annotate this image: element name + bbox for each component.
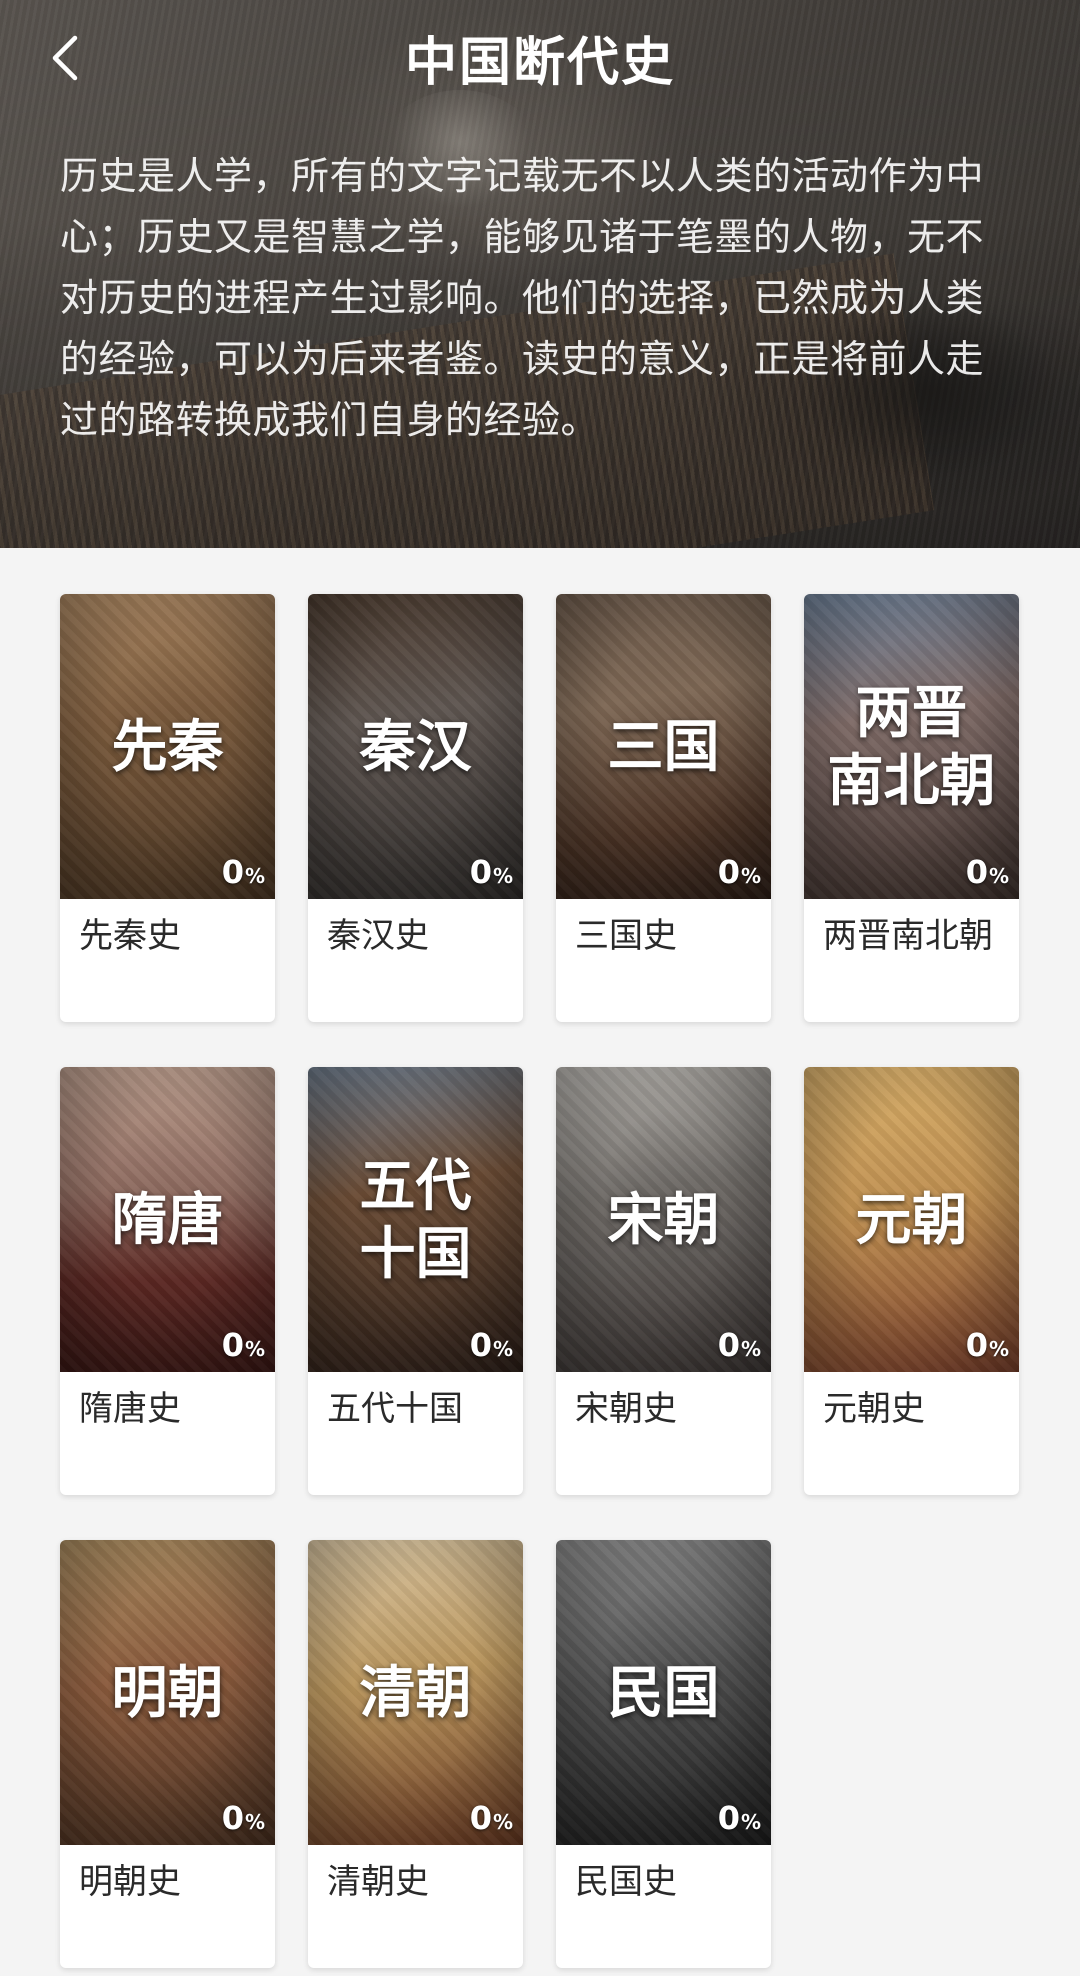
progress-value: 0 <box>717 1326 740 1364</box>
progress-badge: 0% <box>718 1326 761 1364</box>
period-card-xianqin[interactable]: 先秦 0% 先秦史 <box>60 594 275 1022</box>
period-label: 三国史 <box>575 916 677 956</box>
period-card-minguo[interactable]: 民国 0% 民国史 <box>556 1540 771 1968</box>
period-label: 两晋南北朝 <box>823 916 993 956</box>
period-cover-image: 三国 0% <box>556 594 771 899</box>
progress-value: 0 <box>221 1326 244 1364</box>
progress-unit: % <box>740 1337 761 1361</box>
progress-value: 0 <box>221 1799 244 1837</box>
period-label: 隋唐史 <box>79 1389 181 1429</box>
progress-unit: % <box>244 1810 265 1834</box>
progress-badge: 0% <box>966 1326 1009 1364</box>
page: 中国断代史 历史是人学，所有的文字记载无不以人类的活动作为中心；历史又是智慧之学… <box>0 0 1080 1976</box>
progress-unit: % <box>492 1810 513 1834</box>
period-card-song[interactable]: 宋朝 0% 宋朝史 <box>556 1067 771 1495</box>
period-label: 民国史 <box>575 1862 677 1902</box>
progress-value: 0 <box>469 853 492 891</box>
period-label: 秦汉史 <box>327 916 429 956</box>
period-cover-image: 民国 0% <box>556 1540 771 1845</box>
period-card-suitang[interactable]: 隋唐 0% 隋唐史 <box>60 1067 275 1495</box>
progress-value: 0 <box>469 1799 492 1837</box>
period-label: 清朝史 <box>327 1862 429 1902</box>
intro-text: 历史是人学，所有的文字记载无不以人类的活动作为中心；历史又是智慧之学，能够见诸于… <box>60 154 985 442</box>
period-cover-image: 五代 十国 0% <box>308 1067 523 1372</box>
period-label: 先秦史 <box>79 916 181 956</box>
progress-unit: % <box>492 864 513 888</box>
progress-unit: % <box>988 1337 1009 1361</box>
period-label: 宋朝史 <box>575 1389 677 1429</box>
period-cover-image: 宋朝 0% <box>556 1067 771 1372</box>
progress-value: 0 <box>717 1799 740 1837</box>
period-cover-image: 秦汉 0% <box>308 594 523 899</box>
period-card-wudai-shiguo[interactable]: 五代 十国 0% 五代十国 <box>308 1067 523 1495</box>
progress-value: 0 <box>221 853 244 891</box>
progress-unit: % <box>740 864 761 888</box>
period-cover-image: 元朝 0% <box>804 1067 1019 1372</box>
progress-badge: 0% <box>470 1799 513 1837</box>
period-cover-image: 两晋 南北朝 0% <box>804 594 1019 899</box>
period-card-yuan[interactable]: 元朝 0% 元朝史 <box>804 1067 1019 1495</box>
progress-badge: 0% <box>470 1326 513 1364</box>
progress-badge: 0% <box>222 1799 265 1837</box>
progress-badge: 0% <box>470 853 513 891</box>
header-banner: 中国断代史 历史是人学，所有的文字记载无不以人类的活动作为中心；历史又是智慧之学… <box>0 0 1080 548</box>
period-cover-image: 隋唐 0% <box>60 1067 275 1372</box>
progress-badge: 0% <box>966 853 1009 891</box>
period-cover-image: 明朝 0% <box>60 1540 275 1845</box>
progress-value: 0 <box>717 853 740 891</box>
period-card-qinhan[interactable]: 秦汉 0% 秦汉史 <box>308 594 523 1022</box>
progress-badge: 0% <box>718 853 761 891</box>
progress-badge: 0% <box>222 1326 265 1364</box>
progress-badge: 0% <box>718 1799 761 1837</box>
period-grid: 先秦 0% 先秦史 秦汉 0% 秦汉史 三国 0% 三国史 两晋 南北朝 0% … <box>60 594 1020 1968</box>
period-card-liangjin-nanbeichao[interactable]: 两晋 南北朝 0% 两晋南北朝 <box>804 594 1019 1022</box>
progress-unit: % <box>492 1337 513 1361</box>
period-card-ming[interactable]: 明朝 0% 明朝史 <box>60 1540 275 1968</box>
period-label: 明朝史 <box>79 1862 181 1902</box>
period-card-sanguo[interactable]: 三国 0% 三国史 <box>556 594 771 1022</box>
page-title: 中国断代史 <box>404 33 675 93</box>
progress-unit: % <box>244 864 265 888</box>
period-card-qing[interactable]: 清朝 0% 清朝史 <box>308 1540 523 1968</box>
progress-unit: % <box>244 1337 265 1361</box>
progress-value: 0 <box>965 853 988 891</box>
period-cover-image: 清朝 0% <box>308 1540 523 1845</box>
period-label: 五代十国 <box>327 1389 463 1429</box>
progress-value: 0 <box>965 1326 988 1364</box>
period-label: 元朝史 <box>823 1389 925 1429</box>
period-cover-image: 先秦 0% <box>60 594 275 899</box>
progress-badge: 0% <box>222 853 265 891</box>
progress-value: 0 <box>469 1326 492 1364</box>
progress-unit: % <box>740 1810 761 1834</box>
progress-unit: % <box>988 864 1009 888</box>
